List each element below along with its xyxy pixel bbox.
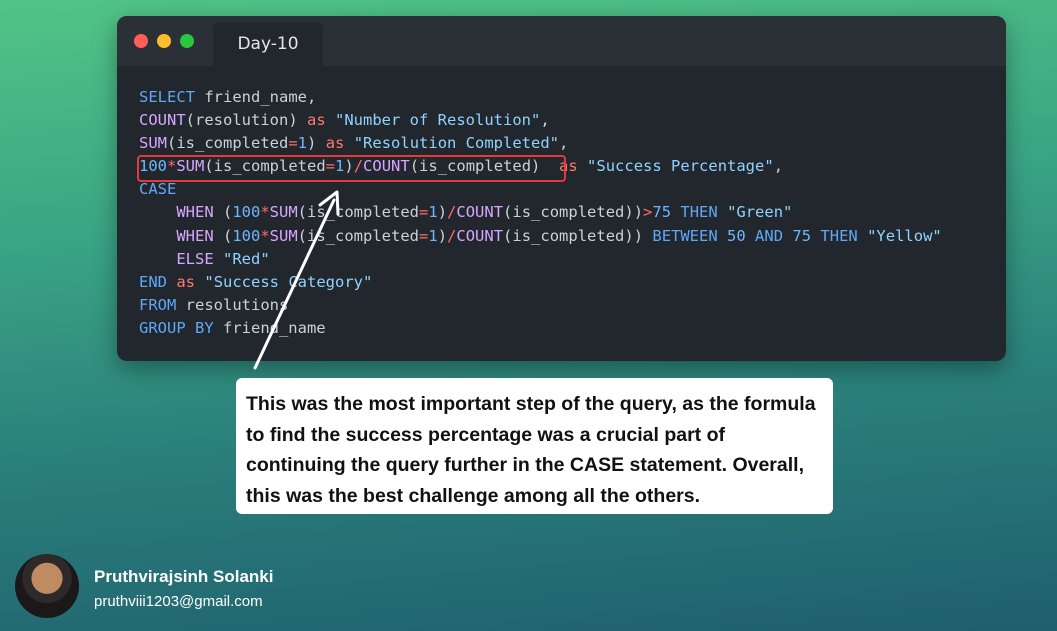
annotation-callout: This was the most important step of the …: [236, 378, 833, 514]
author-email: pruthviii1203@gmail.com: [94, 593, 263, 610]
annotation-arrow-icon: [253, 190, 340, 370]
avatar: [15, 554, 79, 618]
author-name: Pruthvirajsinh Solanki: [94, 567, 274, 586]
